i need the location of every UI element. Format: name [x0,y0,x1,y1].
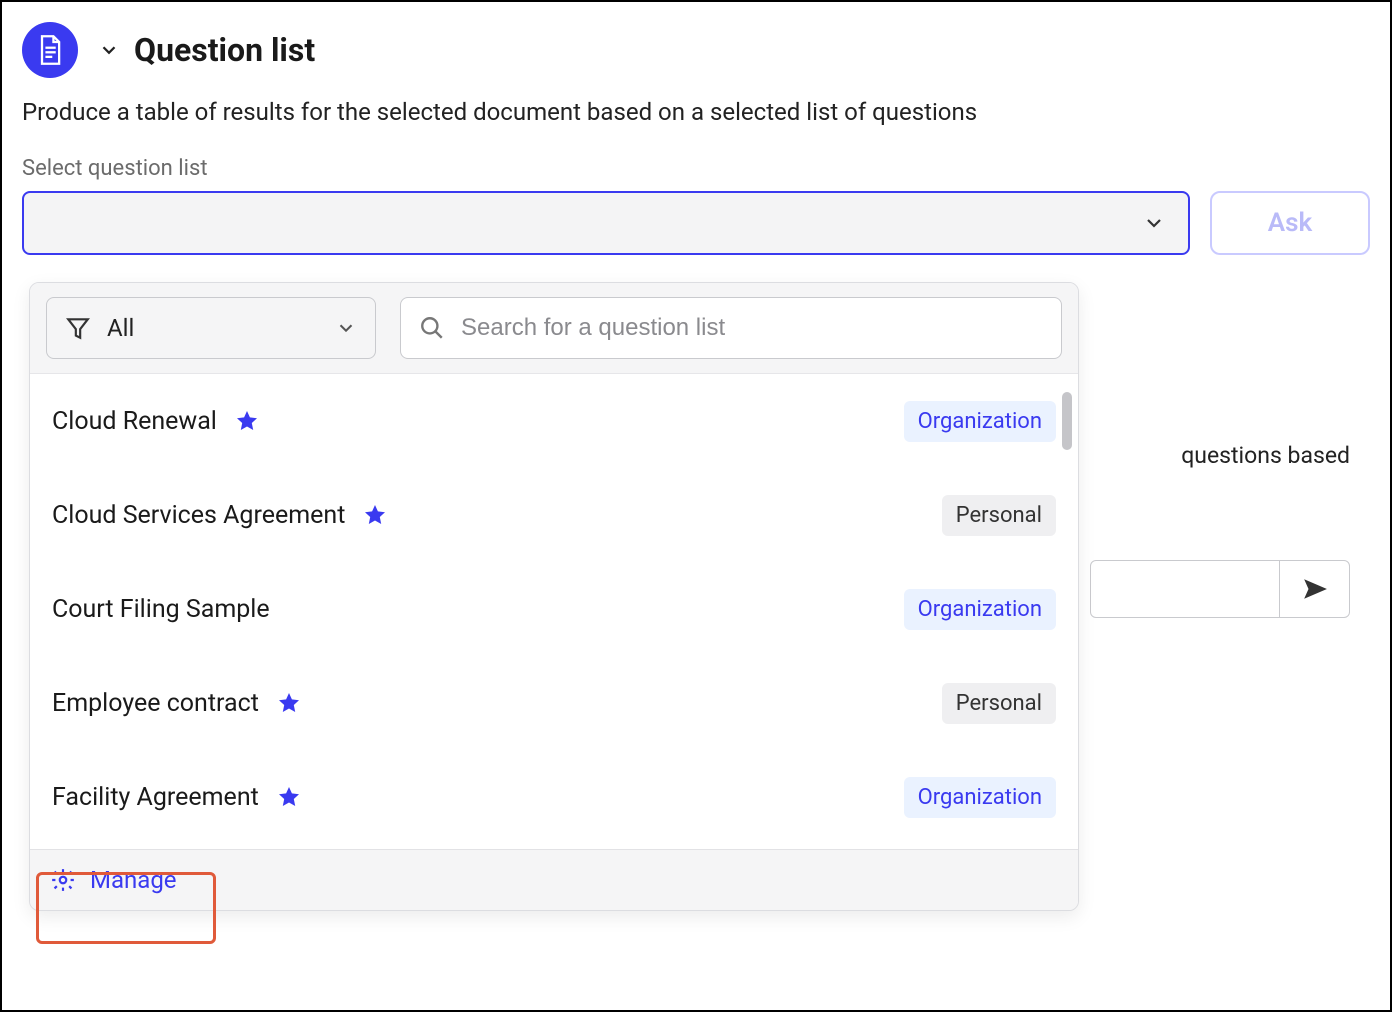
send-button[interactable] [1279,561,1349,617]
tag-organization: Organization [904,401,1056,442]
scrollbar-thumb[interactable] [1062,392,1072,450]
background-hint-text: questions based [1181,442,1350,469]
select-row: Ask [22,191,1370,255]
item-name: Court Filing Sample [52,595,270,624]
search-icon [419,315,445,341]
list-area: Cloud Renewal Organization Cloud Services … [30,374,1078,849]
app-frame: Question list Produce a table of results… [0,0,1392,1012]
list-item[interactable]: Cloud Renewal Organization [30,374,1078,468]
search-box[interactable] [400,297,1062,359]
chevron-down-icon [335,317,357,339]
star-icon [277,691,301,715]
background-text-input[interactable] [1091,561,1279,617]
gear-icon [50,867,76,893]
document-icon [22,22,78,78]
list-item[interactable]: Facility Agreement Organization [30,750,1078,844]
star-icon [277,785,301,809]
tag-organization: Organization [904,589,1056,630]
description-text: Produce a table of results for the selec… [22,98,1370,126]
tag-organization: Organization [904,777,1056,818]
question-list-select[interactable] [22,191,1190,255]
item-name: Facility Agreement [52,783,259,812]
filter-label: All [107,314,134,342]
chevron-down-icon [1142,211,1166,235]
item-name: Cloud Services Agreement [52,501,345,530]
filter-dropdown[interactable]: All [46,297,376,359]
manage-button[interactable]: Manage [30,849,1078,910]
header: Question list [22,22,1370,78]
tag-personal: Personal [942,683,1056,724]
list-item[interactable]: Employee contract Personal [30,656,1078,750]
tag-personal: Personal [942,495,1056,536]
item-name: Employee contract [52,689,259,718]
list-item[interactable]: Court Filing Sample Organization [30,562,1078,656]
search-input[interactable] [461,314,1043,342]
page-title: Question list [134,31,315,69]
star-icon [363,503,387,527]
star-icon [235,409,259,433]
field-label: Select question list [22,156,1370,181]
ask-button[interactable]: Ask [1210,191,1370,255]
dropdown-panel: All Cloud Renewal Organization Cloud Servi… [29,282,1079,911]
chevron-down-icon[interactable] [98,39,120,61]
item-name: Cloud Renewal [52,407,217,436]
background-ask-input [1090,560,1350,618]
title-row: Question list [98,31,315,69]
panel-toolbar: All [30,283,1078,374]
list-item[interactable]: Cloud Services Agreement Personal [30,468,1078,562]
manage-label: Manage [90,866,177,894]
filter-icon [65,315,91,341]
ask-button-label: Ask [1268,208,1312,238]
